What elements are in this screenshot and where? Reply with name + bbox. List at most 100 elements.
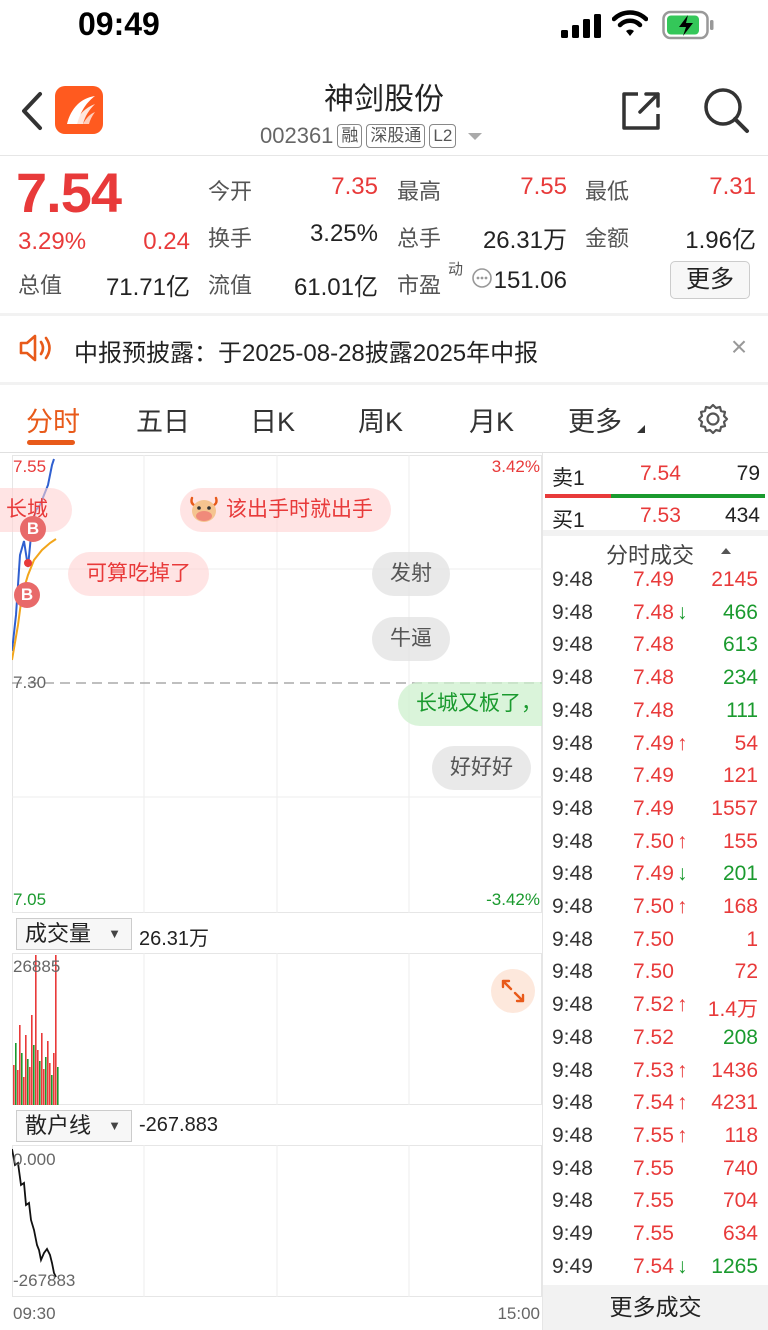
speaker-icon — [19, 334, 51, 362]
trade-row: 9:48 7.52 208 — [550, 1026, 760, 1058]
select-arrow-icon: ▼ — [108, 1118, 121, 1133]
section-divider — [0, 313, 768, 316]
trade-volume: 704 — [722, 1189, 758, 1213]
volume-bar — [57, 1067, 59, 1105]
trade-row: 9:48 7.49 1557 — [550, 797, 760, 829]
cellular-signal-icon — [561, 14, 601, 38]
danmaku-bubble[interactable]: 发射 — [372, 552, 450, 596]
gear-icon[interactable] — [696, 402, 730, 436]
more-tab-triangle-icon — [637, 425, 645, 433]
change-percent: 3.29% — [18, 228, 87, 255]
trade-time: 9:48 — [552, 993, 593, 1017]
open-value: 7.35 — [331, 173, 378, 200]
volume-bar — [13, 1065, 15, 1105]
buy-marker[interactable]: B — [14, 582, 40, 608]
trade-row: 9:48 7.48 234 — [550, 666, 760, 698]
volume-bar — [47, 1041, 49, 1105]
trade-time: 9:48 — [552, 796, 593, 820]
volume-bar — [29, 1067, 31, 1105]
trade-time: 9:48 — [552, 731, 593, 755]
tag-l2: L2 — [429, 124, 457, 148]
trade-price: 7.49 — [633, 764, 674, 788]
volume-axis-max: 26885 — [13, 957, 61, 976]
close-notice-icon[interactable]: × — [728, 333, 750, 361]
active-tab-indicator — [27, 440, 75, 445]
pe-dynamic-sup: 动 — [448, 261, 464, 278]
trade-price: 7.49 — [633, 796, 674, 820]
trade-time: 9:48 — [552, 1156, 593, 1180]
volume-bar — [53, 1053, 55, 1105]
tag-margin: 融 — [337, 124, 363, 148]
high-label: 最高 — [397, 179, 442, 204]
trade-time: 9:48 — [552, 1058, 593, 1082]
trade-volume: 466 — [722, 600, 758, 624]
trade-time: 9:48 — [552, 666, 593, 690]
buy-marker[interactable]: B — [20, 516, 46, 542]
pe-label: 市盈 — [397, 273, 442, 298]
tab-five-day[interactable]: 五日 — [136, 400, 190, 439]
price-axis-mid: 7.30 — [13, 673, 47, 692]
more-fields-button[interactable]: 更多 — [670, 261, 750, 299]
notice-text[interactable]: 中报预披露：于2025-08-28披露2025年中报 — [74, 333, 538, 368]
expand-icon — [501, 979, 525, 1003]
trade-volume: 1265 — [711, 1254, 758, 1278]
trade-price: 7.54 — [633, 1091, 674, 1115]
trade-point — [24, 559, 32, 567]
ask-1-row[interactable]: 卖1 7.54 79 — [552, 462, 760, 492]
ask-1-volume: 79 — [736, 462, 760, 485]
volume-bar — [33, 1045, 35, 1105]
trade-volume: 613 — [722, 633, 758, 657]
float-cap-value: 61.01亿 — [293, 274, 378, 301]
search-icon[interactable] — [702, 86, 750, 134]
danmaku-bubble[interactable]: 牛逼 — [372, 617, 450, 661]
more-trades-button[interactable]: 更多成交 — [543, 1285, 768, 1330]
volume-indicator-label: 成交量 — [25, 921, 92, 946]
trade-time: 9:48 — [552, 1123, 593, 1147]
turnover-rate-label: 换手 — [208, 226, 253, 251]
price-axis-bottom: 7.05 — [13, 890, 47, 909]
trades-title: 分时成交 — [606, 543, 695, 568]
trade-price: 7.50 — [633, 960, 674, 984]
trade-volume: 111 — [726, 698, 758, 722]
retail-line-chart[interactable] — [12, 1145, 542, 1297]
trade-row: 9:49 7.54 ↓ 1265 — [550, 1255, 760, 1287]
expand-chart-button[interactable] — [491, 969, 535, 1013]
ask-1-price: 7.54 — [640, 462, 681, 485]
tab-weekly-k[interactable]: 周K — [358, 400, 403, 439]
tab-monthly-k[interactable]: 月K — [469, 400, 514, 439]
trade-price: 7.48 — [633, 698, 674, 722]
bid-share-fill — [545, 494, 611, 498]
trade-price: 7.49 — [633, 862, 674, 886]
trade-row: 9:48 7.55 704 — [550, 1189, 760, 1221]
trade-row: 9:48 7.50 ↑ 155 — [550, 830, 760, 862]
trade-row: 9:48 7.49 ↑ 54 — [550, 732, 760, 764]
volume-label: 总手 — [397, 226, 442, 251]
trade-time: 9:48 — [552, 927, 593, 951]
volume-chart[interactable] — [12, 953, 542, 1105]
volume-value: 26.31万 — [482, 227, 567, 254]
market-cap-value: 71.71亿 — [105, 274, 190, 301]
open-label: 今开 — [208, 179, 253, 204]
volume-indicator-select[interactable]: 成交量 ▼ — [16, 918, 132, 950]
danmaku-bubble[interactable]: 长城又板了， — [398, 682, 542, 726]
trade-price: 7.49 — [633, 731, 674, 755]
trade-time: 9:48 — [552, 568, 593, 591]
share-icon[interactable] — [618, 88, 664, 134]
panel-divider — [542, 453, 543, 1330]
sort-up-icon[interactable] — [719, 546, 733, 556]
volume-total: 26.31万 — [139, 928, 210, 950]
volume-bar — [15, 1043, 17, 1105]
danmaku-bubble[interactable]: 好好好 — [432, 746, 531, 790]
danmaku-text: 该出手时就出手 — [226, 498, 373, 521]
retail-indicator-select[interactable]: 散户线 ▼ — [16, 1110, 132, 1142]
danmaku-bubble[interactable]: 可算吃掉了 — [68, 552, 209, 596]
volume-bar — [17, 1070, 19, 1105]
tab-more[interactable]: 更多 — [568, 400, 622, 439]
trade-row: 9:48 7.49 ↓ 201 — [550, 862, 760, 894]
trade-direction-icon: ↑ — [677, 895, 688, 918]
dropdown-triangle-icon[interactable] — [466, 130, 484, 142]
tab-daily-k[interactable]: 日K — [250, 400, 295, 439]
tab-intraday[interactable]: 分时 — [26, 400, 80, 439]
trade-price: 7.49 — [633, 568, 674, 591]
trade-row: 9:48 7.50 72 — [550, 960, 760, 992]
